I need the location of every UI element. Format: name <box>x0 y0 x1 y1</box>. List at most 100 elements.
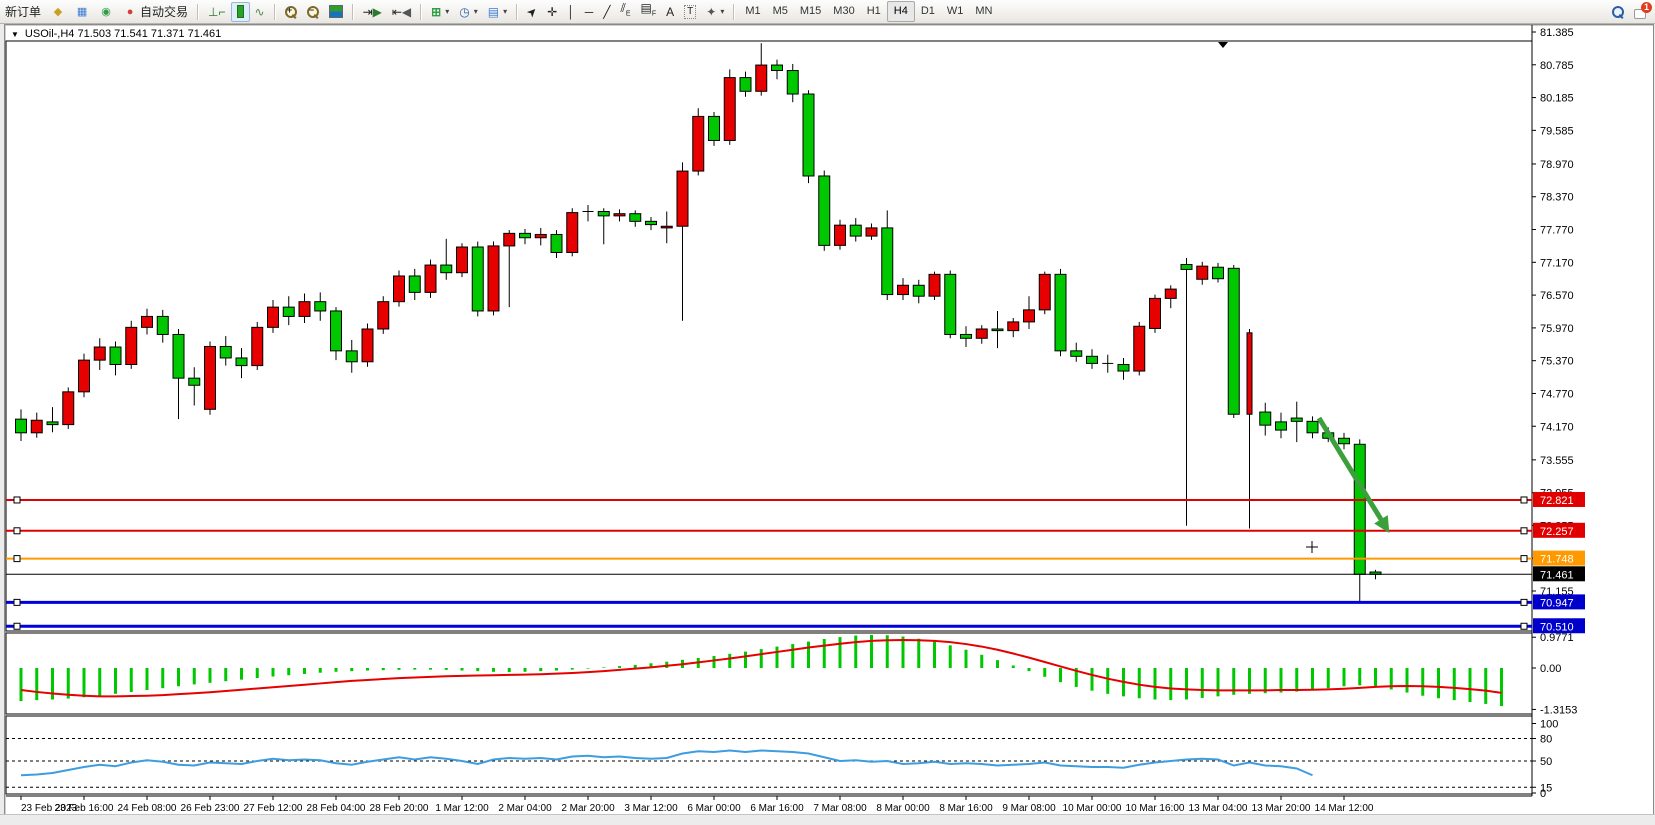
candlestick[interactable] <box>992 329 1003 331</box>
timeframe-D1[interactable]: D1 <box>915 2 941 21</box>
candlestick[interactable] <box>567 213 578 253</box>
label-tool[interactable]: T <box>679 2 701 22</box>
candlestick[interactable] <box>1055 274 1066 351</box>
line-handle[interactable] <box>14 528 20 534</box>
candlestick[interactable] <box>1181 265 1192 270</box>
line-handle[interactable] <box>14 623 20 629</box>
fibonacci-tool[interactable]: ▤F <box>636 2 662 22</box>
candlestick[interactable] <box>1291 418 1302 421</box>
candlestick[interactable] <box>1071 351 1082 356</box>
market-watch-icon[interactable]: ▦ <box>70 2 94 22</box>
trendline-tool[interactable]: ╱ <box>598 2 615 22</box>
candlestick[interactable] <box>378 302 389 329</box>
zoom-in-icon[interactable]: + <box>280 2 302 22</box>
tile-windows-icon[interactable] <box>324 2 348 22</box>
candlestick[interactable] <box>189 378 200 385</box>
timeframe-MN[interactable]: MN <box>969 2 998 21</box>
candlestick[interactable] <box>520 233 531 237</box>
candlestick[interactable] <box>866 228 877 236</box>
timeframe-M1[interactable]: M1 <box>739 2 766 21</box>
candlestick[interactable] <box>535 234 546 237</box>
candlestick[interactable] <box>63 392 74 425</box>
candlestick[interactable] <box>756 65 767 91</box>
candlestick[interactable] <box>709 116 720 140</box>
line-handle[interactable] <box>1521 497 1527 503</box>
candlestick[interactable] <box>1118 365 1129 372</box>
candlestick[interactable] <box>1087 356 1098 363</box>
signals-icon[interactable]: ◉ <box>94 2 118 22</box>
timeframe-M5[interactable]: M5 <box>767 2 794 21</box>
candlestick[interactable] <box>252 327 263 365</box>
line-chart-icon[interactable]: ∿ <box>250 2 270 22</box>
candlestick[interactable] <box>79 360 90 392</box>
candlestick[interactable] <box>693 116 704 171</box>
chart-shift-icon[interactable]: ⇤◀ <box>387 2 416 22</box>
candlestick[interactable] <box>835 225 846 245</box>
candlestick[interactable] <box>268 307 279 327</box>
candlestick[interactable] <box>661 226 672 228</box>
candlestick[interactable] <box>362 329 373 362</box>
text-tool[interactable]: A <box>661 2 679 22</box>
candlestick[interactable] <box>646 221 657 224</box>
line-handle[interactable] <box>1521 528 1527 534</box>
candlestick[interactable] <box>740 78 751 92</box>
timeframe-H1[interactable]: H1 <box>861 2 887 21</box>
candlestick[interactable] <box>346 351 357 362</box>
new-order-button[interactable]: 新订单 <box>0 2 46 22</box>
candlestick-chart-icon[interactable] <box>231 2 250 22</box>
candlestick[interactable] <box>1134 326 1145 371</box>
auto-trading-button[interactable]: ● 自动交易 <box>118 2 193 22</box>
candlestick[interactable] <box>1008 322 1019 331</box>
candlestick[interactable] <box>488 246 499 311</box>
line-handle[interactable] <box>14 599 20 605</box>
line-handle[interactable] <box>1521 623 1527 629</box>
zoom-out-icon[interactable]: − <box>302 2 324 22</box>
candlestick[interactable] <box>819 176 830 245</box>
candlestick[interactable] <box>961 334 972 338</box>
candlestick[interactable] <box>803 94 814 176</box>
candlestick[interactable] <box>315 302 326 311</box>
search-icon[interactable] <box>1607 2 1629 22</box>
candlestick[interactable] <box>630 214 641 222</box>
candlestick[interactable] <box>126 327 137 364</box>
candlestick[interactable] <box>394 276 405 302</box>
candlestick[interactable] <box>898 285 909 294</box>
charts-icon[interactable]: ◆ <box>46 2 70 22</box>
candlestick[interactable] <box>1354 444 1365 574</box>
candlestick[interactable] <box>1039 274 1050 310</box>
candlestick[interactable] <box>1307 421 1318 432</box>
candlestick[interactable] <box>457 247 468 273</box>
candlestick[interactable] <box>614 214 625 216</box>
candlestick[interactable] <box>772 65 783 70</box>
candlestick[interactable] <box>913 285 924 296</box>
horizontal-line-tool[interactable]: ─ <box>580 2 599 22</box>
candlestick[interactable] <box>598 212 609 216</box>
timeframe-W1[interactable]: W1 <box>941 2 970 21</box>
timeframe-M30[interactable]: M30 <box>827 2 860 21</box>
candlestick[interactable] <box>94 347 105 360</box>
line-handle[interactable] <box>14 497 20 503</box>
candlestick[interactable] <box>1260 412 1271 425</box>
periods-button[interactable]: ◷▾ <box>454 2 483 22</box>
crosshair-tool[interactable]: ✛ <box>542 2 562 22</box>
channel-tool[interactable]: ⫽E <box>615 2 635 22</box>
vertical-line-tool[interactable]: │ <box>562 2 580 22</box>
auto-scroll-icon[interactable]: ⇥▶ <box>358 2 387 22</box>
candlestick[interactable] <box>945 274 956 334</box>
notifications-icon[interactable]: 1 <box>1629 2 1655 22</box>
candlestick[interactable] <box>472 247 483 311</box>
candlestick[interactable] <box>724 78 735 141</box>
candlestick[interactable] <box>220 346 231 357</box>
candlestick[interactable] <box>1228 268 1239 414</box>
candlestick[interactable] <box>31 420 42 433</box>
candlestick[interactable] <box>16 419 27 433</box>
candlestick[interactable] <box>551 234 562 252</box>
shapes-tool[interactable]: ✦▾ <box>701 2 729 22</box>
candlestick[interactable] <box>1165 289 1176 298</box>
candlestick[interactable] <box>1339 438 1350 443</box>
candlestick[interactable] <box>299 302 310 317</box>
candlestick[interactable] <box>1276 422 1287 430</box>
candlestick[interactable] <box>331 311 342 351</box>
candlestick[interactable] <box>1150 298 1161 328</box>
candlestick[interactable] <box>1024 310 1035 322</box>
